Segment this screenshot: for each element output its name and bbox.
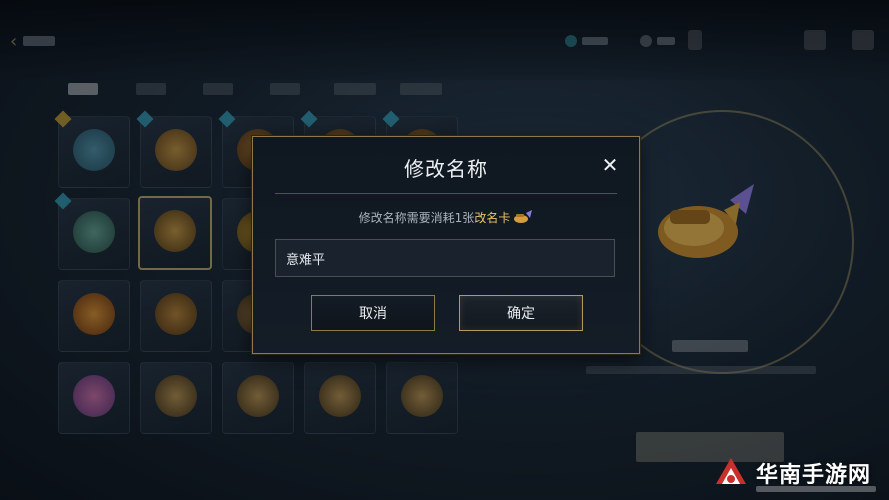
- close-icon[interactable]: ✕: [599, 154, 621, 176]
- cancel-button[interactable]: 取消: [311, 295, 435, 331]
- confirm-button[interactable]: 确定: [459, 295, 583, 331]
- rename-dialog: 修改名称 ✕ 修改名称需要消耗1张改名卡 取消 确定: [252, 136, 640, 354]
- note-card-name: 改名卡: [474, 211, 511, 225]
- watermark-url-blurred: [756, 486, 876, 492]
- note-prefix: 修改名称需要消耗1张: [358, 211, 475, 225]
- name-input[interactable]: [275, 239, 615, 277]
- watermark-text: 华南手游网: [756, 463, 872, 488]
- dialog-divider: [275, 193, 617, 194]
- rename-cost-note: 修改名称需要消耗1张改名卡: [253, 209, 639, 226]
- watermark-logo-icon: [716, 458, 746, 484]
- rename-card-icon: [514, 210, 533, 223]
- dialog-title: 修改名称: [404, 157, 488, 181]
